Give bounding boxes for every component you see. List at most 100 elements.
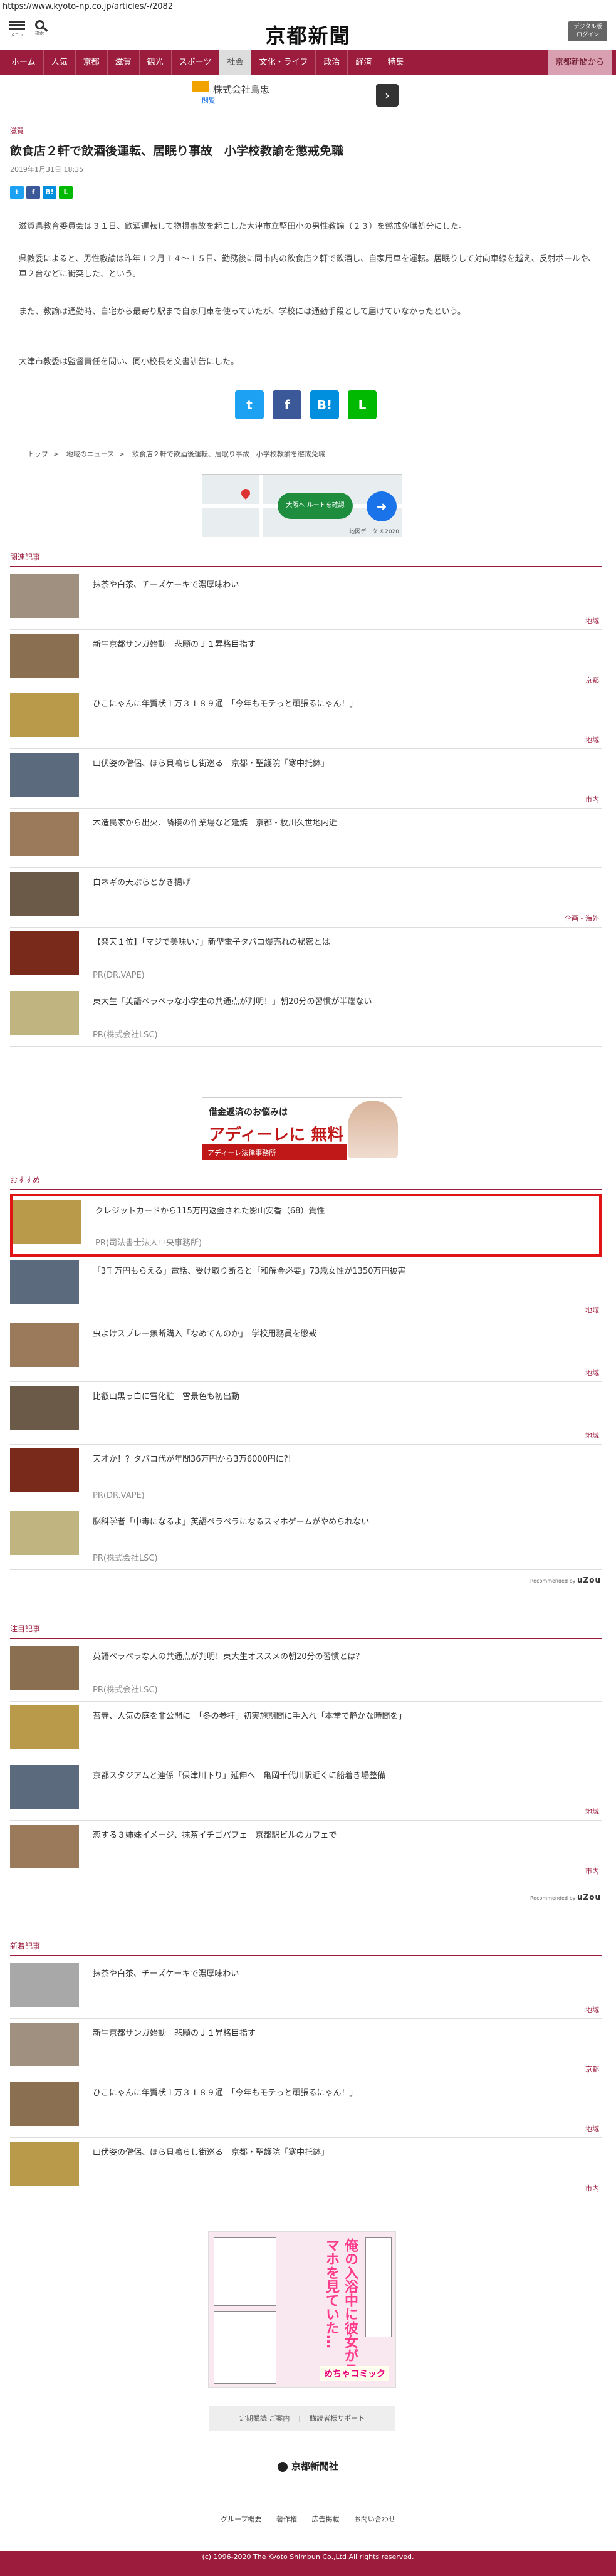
list-item[interactable]: クレジットカードから115万円返金された影山安香（68）貴性 PR(司法書士法人中… (10, 1194, 602, 1257)
list-item-title[interactable]: 英語ペラペラな人の共通点が判明！東大生オススメの朝20分の習慣とは？ (93, 1650, 364, 1662)
recommended-by[interactable]: Recommended by uZou (530, 1893, 601, 1902)
list-item[interactable]: 【楽天１位】「マジで美味い♪」新型電子タバコ爆売れの秘密とは PR(DR.VAPE… (10, 928, 602, 987)
list-item-title[interactable]: 【楽天１位】「マジで美味い♪」新型電子タバコ爆売れの秘密とは (93, 935, 330, 947)
ad-arrow-icon[interactable]: › (376, 84, 399, 107)
list-item-tag[interactable]: 市内 (585, 1866, 599, 1876)
nav-item[interactable]: 特集 (380, 50, 412, 75)
thumbnail-image[interactable] (13, 1200, 81, 1244)
thumbnail-image[interactable] (10, 1386, 79, 1430)
hatena-share-icon[interactable]: B! (310, 390, 339, 419)
list-item-tag[interactable]: 市内 (585, 2183, 599, 2193)
list-item[interactable]: 「3千万円もらえる」電話、受け取り断ると「和解金必要」73歳女性が1350万円被… (10, 1257, 602, 1319)
nav-item[interactable]: 経済 (348, 50, 380, 75)
subscriber-support-link[interactable]: 購読者様サポート (310, 2413, 365, 2423)
list-item-title[interactable]: ひこにゃんに年賀状１万３１８９通 「今年もモテっと頑張るにゃん！」 (93, 697, 358, 709)
line-share-icon[interactable]: L (59, 186, 73, 199)
list-item[interactable]: 山伏姿の僧侶、ほら貝鳴らし街巡る 京都・聖護院「寒中托鉢」市内 (10, 2138, 602, 2197)
list-item-title[interactable]: 東大生「英語ペラペラな小学生の共通点が判明！」朝20分の習慣が半端ない (93, 995, 372, 1007)
nav-item[interactable]: 京都新聞から (547, 50, 612, 75)
list-item-tag[interactable]: 地域 (585, 735, 599, 745)
thumbnail-image[interactable] (10, 1511, 79, 1555)
list-item-tag[interactable]: 地域 (585, 1305, 599, 1315)
list-item[interactable]: 京都スタジアムと連係「保津川下り」延伸へ 亀岡千代川駅近くに船着き場整備地域 (10, 1761, 602, 1821)
manga-ad-banner[interactable]: 俺の入浴中に彼女がスマホを見ていた… めちゃコミック (208, 2231, 396, 2388)
list-item-title[interactable]: 天才か！？タバコ代が年間36万円から3万6000円に?! (93, 1452, 291, 1464)
list-item[interactable]: 虫よけスプレー無断購入「なめてんのか」 学校用務員を懲戒地域 (10, 1319, 602, 1382)
list-item[interactable]: 木造民家から出火、隣接の作業場など延焼 京都・枚川久世地内近 (10, 809, 602, 868)
footer-link[interactable]: お問い合わせ (354, 2515, 395, 2523)
list-item[interactable]: 抹茶や白茶、チーズケーキで濃厚味わい地域 (10, 1959, 602, 2019)
list-item[interactable]: 比叡山黒っ白に雪化粧 雪景色も初出動 地域 (10, 1382, 602, 1445)
nav-item[interactable]: 京都 (76, 50, 108, 75)
nav-item[interactable]: スポーツ (172, 50, 220, 75)
list-item[interactable]: 天才か！？タバコ代が年間36万円から3万6000円に?! PR(DR.VAPE) (10, 1445, 602, 1507)
thumbnail-image[interactable] (10, 991, 79, 1035)
article-category[interactable]: 滋賀 (10, 125, 24, 135)
list-item-title[interactable]: 抹茶や白茶、チーズケーキで濃厚味わい (93, 578, 239, 590)
breadcrumb-item[interactable]: トップ (28, 450, 48, 458)
thumbnail-image[interactable] (10, 1825, 79, 1868)
thumbnail-image[interactable] (10, 872, 79, 916)
list-item-title[interactable]: 白ネギの天ぷらとかき揚げ (93, 876, 191, 887)
list-item-tag[interactable]: 地域 (585, 1368, 599, 1378)
list-item-title[interactable]: 比叡山黒っ白に雪化粧 雪景色も初出動 (93, 1390, 239, 1401)
twitter-share-icon[interactable]: t (10, 186, 24, 199)
nav-item[interactable]: 社会 (219, 50, 252, 75)
list-item[interactable]: 苔寺、人気の庭を非公開に 「冬の参拝」初実施期間に手入れ「本堂で静かな時間を」 (10, 1702, 602, 1761)
list-item-tag[interactable]: 地域 (585, 2004, 599, 2014)
url-bar[interactable]: https://www.kyoto-np.co.jp/articles/-/20… (0, 0, 616, 14)
list-item[interactable]: 恋する３姉妹イメージ、抹茶イチゴパフェ 京都駅ビルのカフェで市内 (10, 1821, 602, 1880)
footer-link[interactable]: 広告掲載 (311, 2515, 339, 2523)
list-item-title[interactable]: ひこにゃんに年賀状１万３１８９通 「今年もモテっと頑張るにゃん！」 (93, 2086, 358, 2098)
list-item-tag[interactable]: 市内 (585, 794, 599, 804)
login-button[interactable]: デジタル版 ログイン (568, 21, 607, 41)
thumbnail-image[interactable] (10, 574, 79, 618)
list-item[interactable]: 新生京都サンガ始動 悲願のＪ１昇格目指す 京都 (10, 2019, 602, 2078)
map-widget[interactable]: 大阪へ ルートを確認 ➜ 地図データ ©2020 (202, 474, 402, 537)
lawyer-ad-banner[interactable]: 借金返済のお悩みは アディーレに 無料 相談 アディーレ法律事務所 (202, 1097, 402, 1160)
thumbnail-image[interactable] (10, 1448, 79, 1492)
list-item[interactable]: ひこにゃんに年賀状１万３１８９通 「今年もモテっと頑張るにゃん！」地域 (10, 2078, 602, 2138)
list-item-title[interactable]: 脳科学者「中毒になるよ」英語ペラペラになるスマホゲームがやめられない (93, 1515, 369, 1527)
list-item-title[interactable]: 恋する３姉妹イメージ、抹茶イチゴパフェ 京都駅ビルのカフェで (93, 1828, 337, 1840)
list-item[interactable]: 山伏姿の僧侶、ほら貝鳴らし街巡る 京都・聖護院「寒中托鉢」 市内 (10, 749, 602, 809)
thumbnail-image[interactable] (10, 1646, 79, 1690)
nav-item[interactable]: 滋賀 (108, 50, 140, 75)
list-item[interactable]: 抹茶や白茶、チーズケーキで濃厚味わい地域 (10, 570, 602, 630)
footer-logo[interactable]: 京都新聞社 (0, 2459, 616, 2473)
list-item-title[interactable]: 新生京都サンガ始動 悲願のＪ１昇格目指す (93, 637, 256, 649)
list-item-tag[interactable]: 地域 (585, 1806, 599, 1816)
thumbnail-image[interactable] (10, 931, 79, 975)
recommended-by[interactable]: Recommended by uZou (530, 1576, 601, 1584)
list-item-title[interactable]: 抹茶や白茶、チーズケーキで濃厚味わい (93, 1967, 239, 1979)
list-item[interactable]: 英語ペラペラな人の共通点が判明！東大生オススメの朝20分の習慣とは？ PR(株式会… (10, 1642, 602, 1702)
footer-link[interactable]: グループ概要 (221, 2515, 261, 2523)
hatena-share-icon[interactable]: B! (43, 186, 56, 199)
site-logo[interactable]: 京都新聞 (0, 20, 616, 49)
subscription-info-link[interactable]: 定期購読 ご案内 (239, 2413, 290, 2423)
thumbnail-image[interactable] (10, 1323, 79, 1367)
list-item-title[interactable]: 京都スタジアムと連係「保津川下り」延伸へ 亀岡千代川駅近くに船着き場整備 (93, 1769, 385, 1781)
thumbnail-image[interactable] (10, 1765, 79, 1809)
footer-link[interactable]: 著作権 (276, 2515, 297, 2523)
list-item-title[interactable]: 山伏姿の僧侶、ほら貝鳴らし街巡る 京都・聖護院「寒中托鉢」 (93, 2145, 329, 2157)
list-item-tag[interactable]: 地域 (585, 615, 599, 626)
map-route-button[interactable]: 大阪へ ルートを確認 (278, 493, 353, 519)
list-item-title[interactable]: 苔寺、人気の庭を非公開に 「冬の参拝」初実施期間に手入れ「本堂で静かな時間を」 (93, 1709, 407, 1721)
thumbnail-image[interactable] (10, 1963, 79, 2007)
top-ad[interactable]: 株式会社島忠 閲覧 › (0, 80, 616, 112)
list-item[interactable]: 新生京都サンガ始動 悲願のＪ１昇格目指す 京都 (10, 630, 602, 689)
list-item-title[interactable]: 虫よけスプレー無断購入「なめてんのか」 学校用務員を懲戒 (93, 1327, 317, 1339)
list-item-title[interactable]: 木造民家から出火、隣接の作業場など延焼 京都・枚川久世地内近 (93, 816, 337, 828)
list-item-title[interactable]: クレジットカードから115万円返金された影山安香（68）貴性 (95, 1204, 325, 1216)
list-item-tag[interactable]: 京都 (585, 2064, 599, 2074)
thumbnail-image[interactable] (10, 693, 79, 737)
thumbnail-image[interactable] (10, 2082, 79, 2126)
nav-item[interactable]: 政治 (316, 50, 348, 75)
list-item[interactable]: 白ネギの天ぷらとかき揚げ 企画・海外 (10, 868, 602, 928)
list-item-tag[interactable]: 地域 (585, 2123, 599, 2134)
directions-icon[interactable]: ➜ (367, 491, 397, 521)
thumbnail-image[interactable] (10, 2023, 79, 2066)
thumbnail-image[interactable] (10, 812, 79, 856)
breadcrumb-item[interactable]: 地域のニュース (66, 450, 114, 458)
